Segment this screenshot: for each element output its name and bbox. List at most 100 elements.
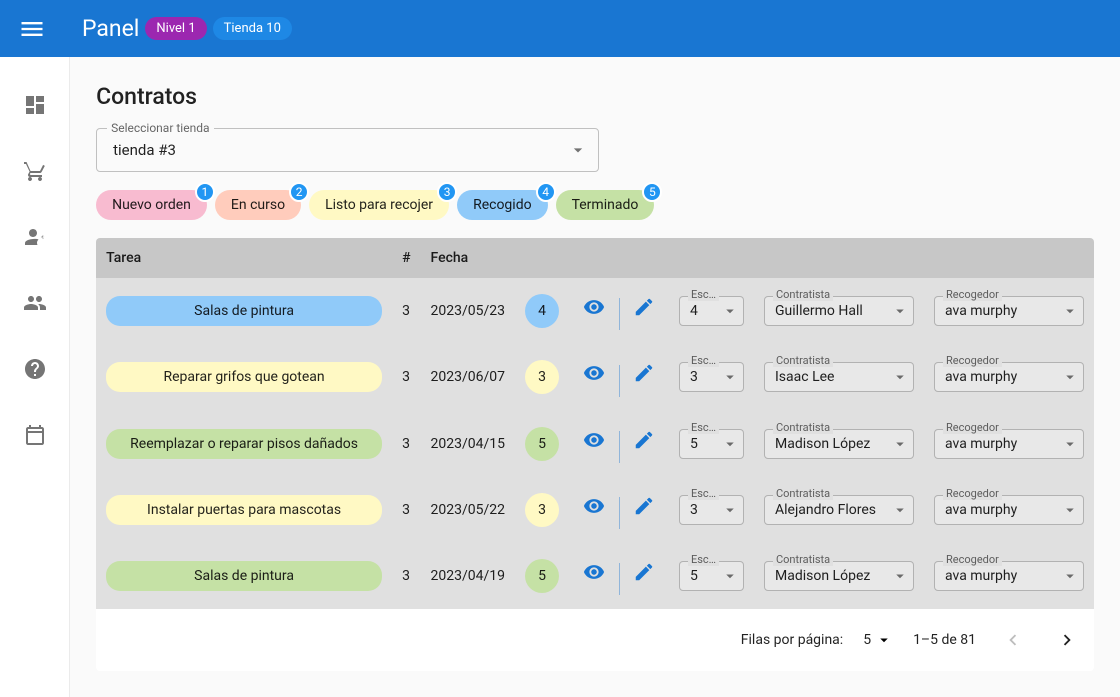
- contractor-select[interactable]: ContratistaMadison López: [764, 561, 914, 591]
- app-title: Panel: [82, 15, 139, 42]
- rows-per-page-select[interactable]: 5: [863, 631, 893, 649]
- contractor-select[interactable]: ContratistaIsaac Lee: [764, 362, 914, 392]
- table-row: Reparar grifos que gotean 3 2023/06/07 3…: [96, 344, 1094, 410]
- chevron-down-icon: [721, 302, 739, 320]
- status-chip[interactable]: En curso 2: [215, 190, 301, 220]
- status-chip[interactable]: Terminado 5: [556, 190, 655, 220]
- picker-select[interactable]: Recogedorava murphy: [934, 362, 1084, 392]
- view-button[interactable]: [579, 491, 609, 521]
- stage-select-value: 5: [690, 568, 698, 584]
- sidebar-item-dashboard[interactable]: [15, 85, 55, 125]
- edit-button[interactable]: [629, 557, 659, 587]
- page-title: Contratos: [96, 83, 1094, 110]
- level-chip: Nivel 1: [145, 17, 206, 40]
- stage-select[interactable]: Esc…5: [679, 429, 744, 459]
- picker-select[interactable]: Recogedorava murphy: [934, 495, 1084, 525]
- edit-button[interactable]: [629, 292, 659, 322]
- stage-select[interactable]: Esc…4: [679, 296, 744, 326]
- sidebar-item-cart[interactable]: [15, 151, 55, 191]
- sidebar-item-manage-user[interactable]: [15, 217, 55, 257]
- stage-dot: 5: [525, 427, 559, 461]
- task-pill: Instalar puertas para mascotas: [106, 495, 382, 525]
- store-select[interactable]: Seleccionar tienda tienda #3: [96, 128, 599, 172]
- stage-select[interactable]: Esc…3: [679, 495, 744, 525]
- stage-select-value: 5: [690, 436, 698, 452]
- chevron-right-icon: [1056, 629, 1078, 651]
- chevron-down-icon: [721, 435, 739, 453]
- prev-page-button[interactable]: [996, 623, 1030, 657]
- divider: [619, 563, 620, 595]
- view-button[interactable]: [579, 557, 609, 587]
- stage-select-value: 3: [690, 369, 698, 385]
- task-pill: Reemplazar o reparar pisos dañados: [106, 429, 382, 459]
- table-row: Salas de pintura 3 2023/04/19 5 Esc…5 Co…: [96, 543, 1094, 609]
- status-chip[interactable]: Nuevo orden 1: [96, 190, 207, 220]
- contractor-select[interactable]: ContratistaGuillermo Hall: [764, 296, 914, 326]
- contractor-select-value: Isaac Lee: [775, 369, 834, 385]
- task-pill: Salas de pintura: [106, 561, 382, 591]
- contractor-select[interactable]: ContratistaMadison López: [764, 429, 914, 459]
- row-number: 3: [392, 344, 420, 410]
- status-chip[interactable]: Listo para recojer 3: [309, 190, 449, 220]
- table-row: Instalar puertas para mascotas 3 2023/05…: [96, 477, 1094, 543]
- edit-button[interactable]: [629, 491, 659, 521]
- picker-select[interactable]: Recogedorava murphy: [934, 561, 1084, 591]
- chevron-down-icon: [721, 501, 739, 519]
- status-badge: 1: [195, 182, 215, 202]
- chevron-down-icon: [1061, 567, 1079, 585]
- col-date: Fecha: [421, 238, 516, 278]
- eye-icon: [583, 296, 605, 318]
- picker-select[interactable]: Recogedorava murphy: [934, 296, 1084, 326]
- view-button[interactable]: [579, 358, 609, 388]
- stage-select-value: 3: [690, 502, 698, 518]
- status-chip-label: En curso: [215, 190, 301, 220]
- task-pill: Salas de pintura: [106, 296, 382, 326]
- status-chip-label: Terminado: [556, 190, 655, 220]
- app-bar: Panel Nivel 1 Tienda 10: [0, 0, 1120, 57]
- status-chip[interactable]: Recogido 4: [457, 190, 548, 220]
- stage-dot: 4: [525, 294, 559, 328]
- picker-select-value: ava murphy: [945, 436, 1017, 452]
- stage-select-label: Esc…: [688, 553, 719, 566]
- chevron-down-icon: [891, 368, 909, 386]
- chevron-down-icon: [1061, 302, 1079, 320]
- sidebar-item-calendar[interactable]: [15, 415, 55, 455]
- view-button[interactable]: [579, 292, 609, 322]
- picker-select-value: ava murphy: [945, 502, 1017, 518]
- picker-select-label: Recogedor: [943, 487, 1002, 500]
- edit-button[interactable]: [629, 358, 659, 388]
- table-row: Salas de pintura 3 2023/05/23 4 Esc…4 Co…: [96, 278, 1094, 344]
- contractor-select-value: Guillermo Hall: [775, 303, 863, 319]
- status-chips: Nuevo orden 1 En curso 2 Listo para recoje…: [96, 190, 1094, 220]
- view-button[interactable]: [579, 425, 609, 455]
- row-date: 2023/05/23: [421, 278, 516, 344]
- status-badge: 4: [536, 182, 556, 202]
- next-page-button[interactable]: [1050, 623, 1084, 657]
- stage-dot: 5: [525, 559, 559, 593]
- contractor-select-label: Contratista: [773, 288, 833, 301]
- store-select-value: tienda #3: [113, 141, 176, 159]
- dashboard-icon: [23, 93, 47, 117]
- pencil-icon: [633, 296, 655, 318]
- picker-select-value: ava murphy: [945, 568, 1017, 584]
- chevron-down-icon: [1061, 435, 1079, 453]
- rows-per-page-label: Filas por página:: [741, 632, 843, 648]
- stage-select[interactable]: Esc…5: [679, 561, 744, 591]
- manage-user-icon: [23, 225, 47, 249]
- menu-button[interactable]: [12, 9, 52, 49]
- divider: [619, 365, 620, 397]
- stage-select[interactable]: Esc…3: [679, 362, 744, 392]
- sidebar-item-people[interactable]: [15, 283, 55, 323]
- sidebar-item-help[interactable]: [15, 349, 55, 389]
- row-number: 3: [392, 278, 420, 344]
- stage-select-label: Esc…: [688, 288, 719, 301]
- stage-select-label: Esc…: [688, 421, 719, 434]
- status-badge: 2: [289, 182, 309, 202]
- contractor-select[interactable]: ContratistaAlejandro Flores: [764, 495, 914, 525]
- chevron-down-icon: [568, 140, 588, 160]
- row-date: 2023/06/07: [421, 344, 516, 410]
- divider: [619, 497, 620, 529]
- menu-icon: [18, 15, 46, 43]
- edit-button[interactable]: [629, 425, 659, 455]
- picker-select[interactable]: Recogedorava murphy: [934, 429, 1084, 459]
